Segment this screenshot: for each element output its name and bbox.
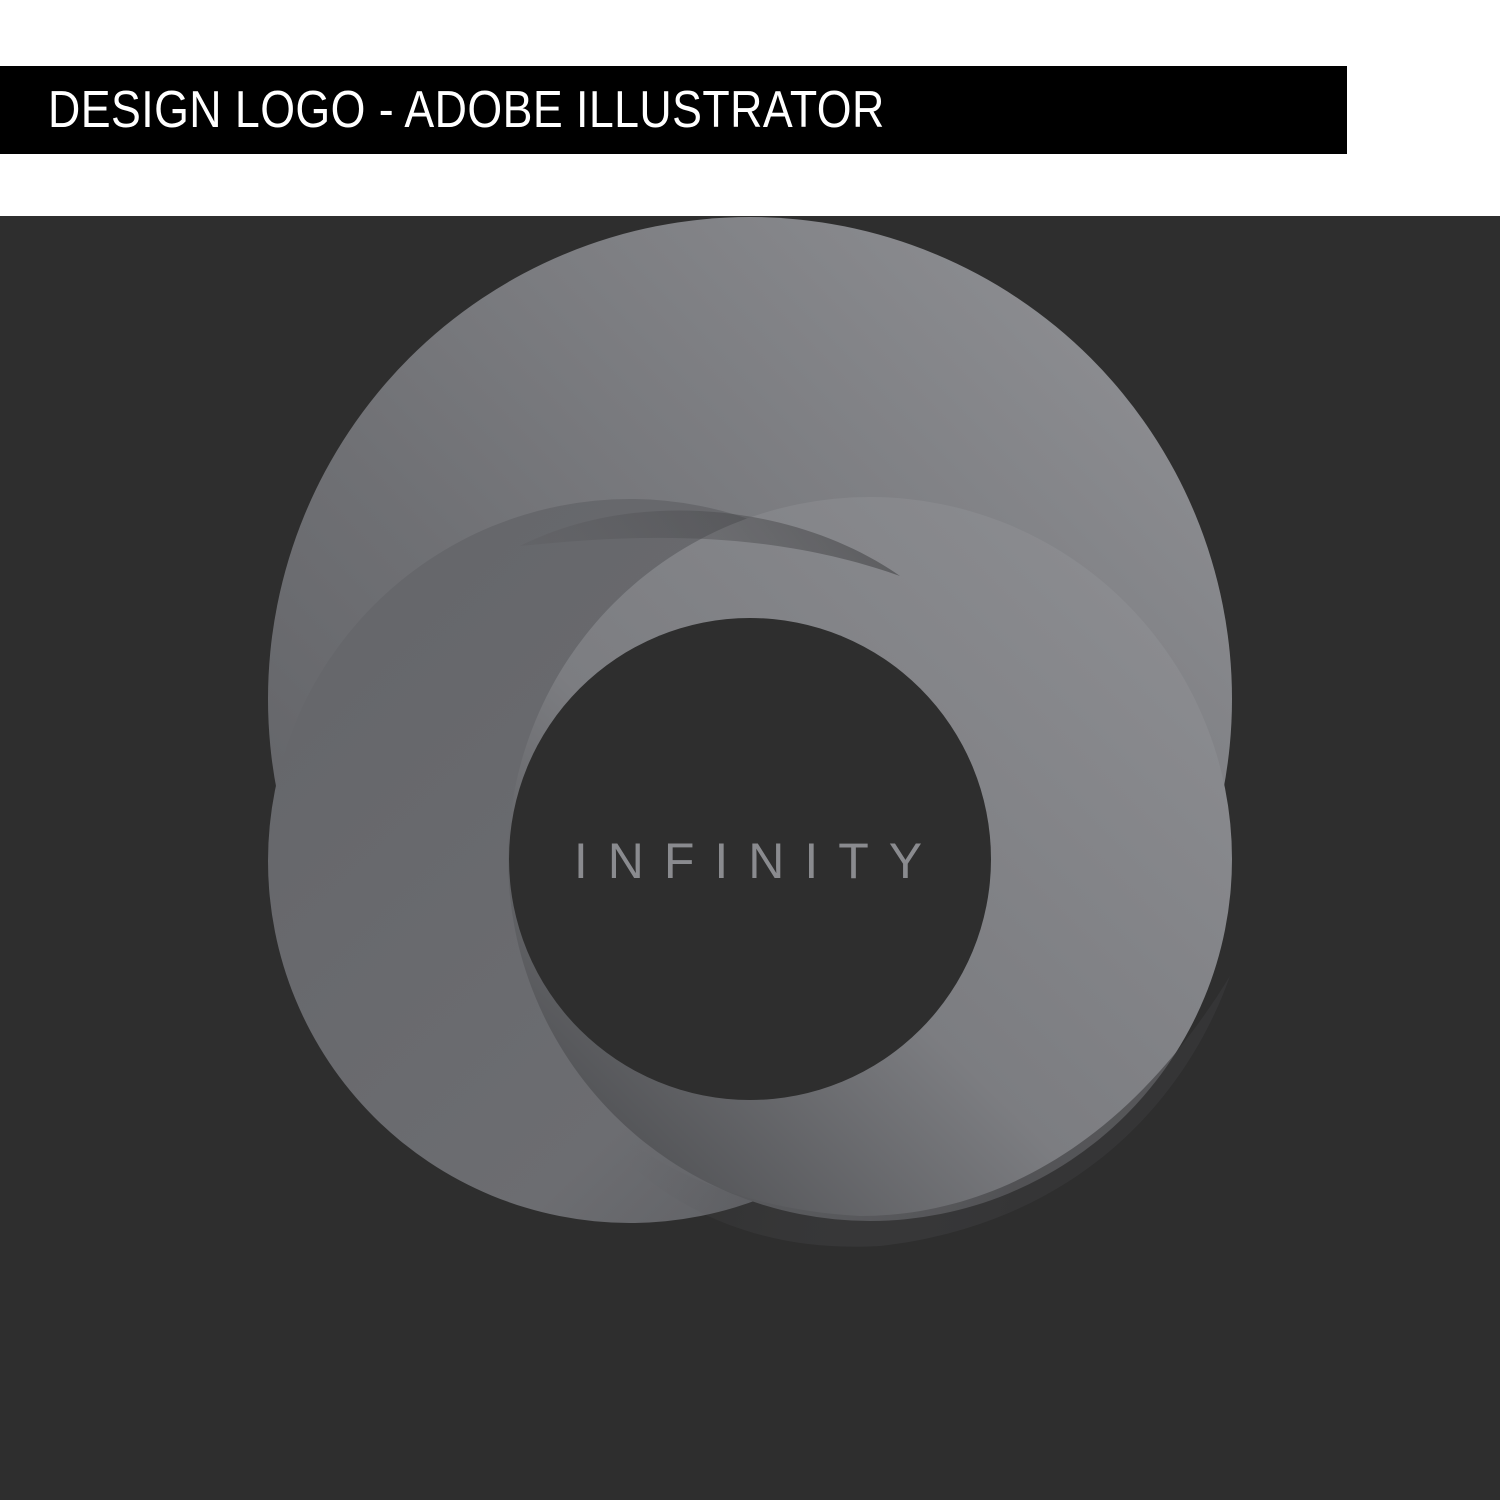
logo-artboard: INFINITY — [0, 216, 1500, 1500]
page-title: DESIGN LOGO - ADOBE ILLUSTRATOR — [48, 81, 885, 139]
infinity-ring-icon: INFINITY — [268, 217, 1232, 1247]
title-bar: DESIGN LOGO - ADOBE ILLUSTRATOR — [0, 66, 1347, 154]
logo-wordmark: INFINITY — [574, 833, 942, 889]
page: DESIGN LOGO - ADOBE ILLUSTRATOR INFINITY — [0, 0, 1500, 1500]
